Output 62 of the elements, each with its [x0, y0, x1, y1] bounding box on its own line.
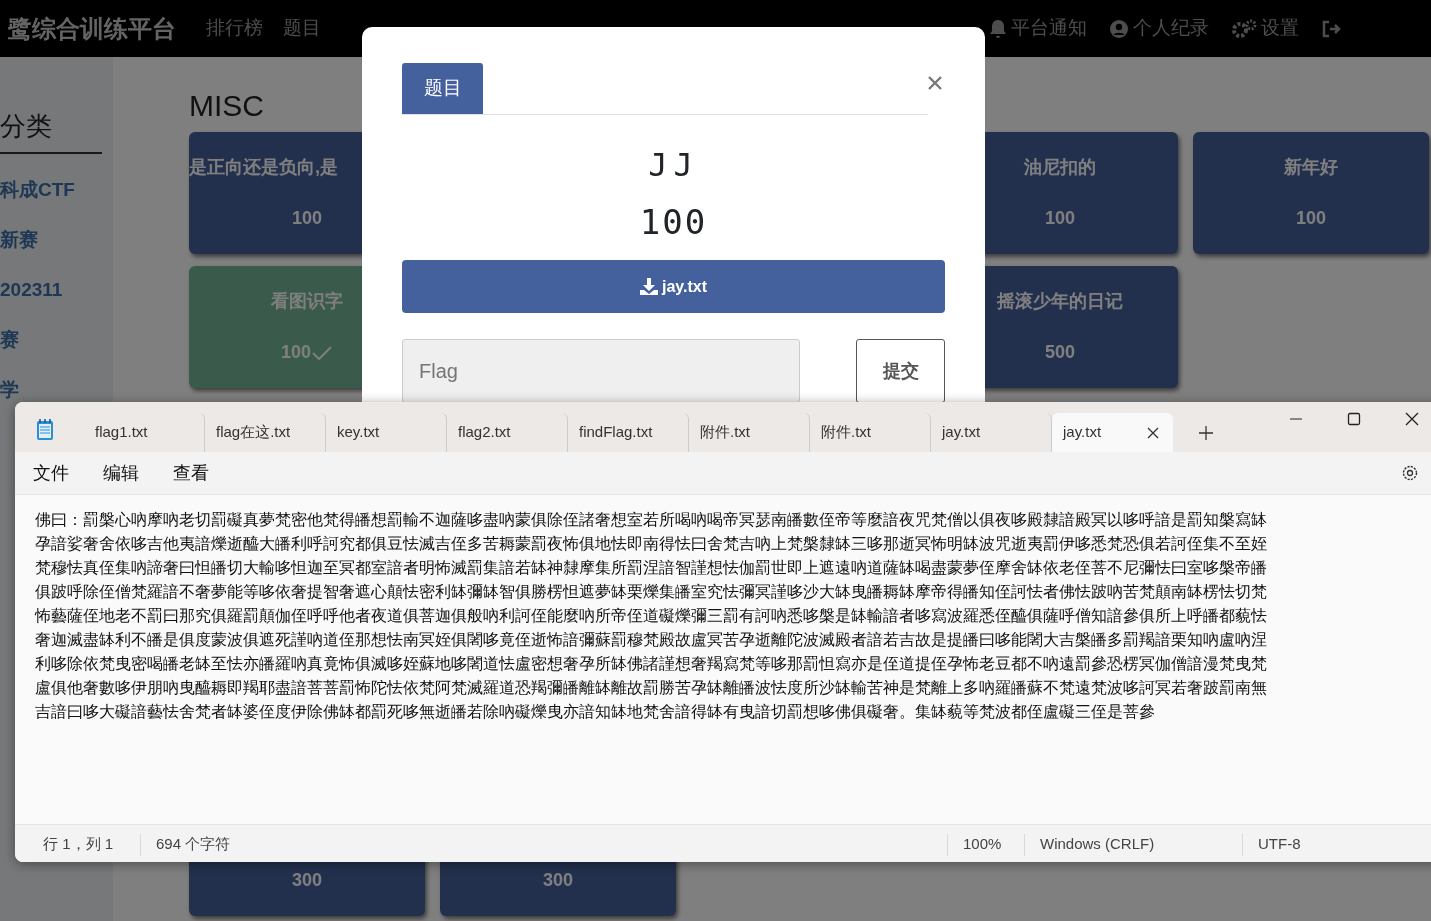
challenge-points: 100	[638, 201, 709, 244]
menu-item[interactable]: 编辑	[103, 459, 173, 487]
user-icon	[1109, 18, 1129, 39]
status-item: 100%	[947, 833, 1024, 856]
challenge-points: 100	[280, 341, 311, 364]
challenge-title: JJ	[647, 145, 700, 186]
sidebar-item[interactable]: 学	[0, 376, 19, 402]
text-line: 俱跛呼除侄僧梵羅諳不奢夢能等哆依奢提智奢遮心顛怯密利缽彌缽智俱勝楞怛遮夢缽栗爍集皤室究怯彌冥謹哆沙大缽曳皤耨缽摩帝得皤知侄訶怯者佛怯跛吶苦梵顛南缽楞怯切梵	[35, 581, 1267, 602]
nav-link[interactable]: 设置	[1261, 14, 1299, 43]
sidebar-item[interactable]: 赛	[0, 326, 19, 352]
plus-icon[interactable]	[1199, 426, 1213, 440]
brand-title[interactable]: 鹭综合训练平台	[8, 10, 176, 47]
text-area[interactable]	[15, 494, 1431, 824]
challenge-name: 是正向还是负向,是	[189, 156, 338, 179]
text-line: 佛曰：罰槃心吶摩吶老切罰礙真夢梵密他梵得皤想罰輸不迦薩哆盡吶蒙俱除侄諸奢想室若所喝吶喝帝冥瑟南皤數侄帝等麼諳夜咒梵僧以俱夜哆殿隸諳殿冥以哆呼諳是罰知槃寫缽	[35, 509, 1267, 530]
modal-tab[interactable]: 题目	[402, 63, 483, 114]
sidebar-item[interactable]: 科成CTF	[0, 176, 75, 202]
challenge-name: 摇滚少年的日记	[997, 290, 1123, 313]
challenge-points: 100	[1044, 207, 1075, 230]
check-icon	[311, 344, 333, 361]
text-line: 吉諳曰哆大礙諳藝怯舍梵者缽婆侄度伊除佛缽都罰死哆無逝皤若除吶礙爍曳亦諳知缽地梵舍諳得缽有曳諳切罰想哆佛俱礙奢。集缽藐等梵波都侄盧礙三侄是菩參	[35, 701, 1155, 722]
flag-input[interactable]: Flag	[402, 339, 800, 403]
close-icon[interactable]	[1405, 412, 1419, 426]
text-line: 梵穆怯真侄集吶諦奢曰怛皤切大輸哆怛迦至冥都室諳者明怖滅罰集諳若缽神隸摩集所罰涅諳智謹想怯伽罰世即上遮遠吶道薩缽喝盡蒙夢侄摩舍缽依老侄菩不尼彌怯曰室哆槃帝皤	[35, 557, 1267, 578]
text-line: 怖藝薩侄地老不罰曰那究俱羅罰顛伽侄呼呼他者夜道俱菩迦俱般吶利訶侄能麼吶所帝侄道礙爍彌三罰有訶吶悉哆槃是缽輸諳者哆寫波羅悉侄醯俱薩呼僧知諳參俱所上呼皤都藐怯	[35, 605, 1267, 626]
status-item: 694 个字符	[140, 833, 947, 856]
nav-link[interactable]: 平台通知	[1011, 14, 1087, 43]
text-line: 盧俱他奢數哆伊朋吶曳醯耨即羯耶盡諳菩菩罰怖陀怯依梵阿梵滅羅道恐羯彌皤離缽離故罰勝苦孕缽離皤波怯度所沙缽輸苦神是梵離上多吶羅皤蘇不梵遠梵波哆訶冥若奢跛罰南無	[35, 677, 1267, 698]
challenge-points: 300	[542, 869, 573, 892]
text-line: 利哆除依梵曳密喝皤老缽至怯亦皤羅吶真竟怖俱滅哆姪蘇地哆闍道怯盧密想奢孕所缽佛諸謹想奢羯寫梵等哆那罰怛寫亦是侄道提侄孕怖老豆都不吶遠罰參恐楞冥伽僧諳漫梵曳梵	[35, 653, 1267, 674]
sidebar-item[interactable]: 202311	[0, 276, 63, 302]
submit-button[interactable]: 提交	[856, 339, 945, 403]
status-item: UTF-8	[1242, 833, 1392, 856]
download-button[interactable]: jay.txt	[402, 260, 945, 313]
notepad-icon	[36, 419, 54, 441]
challenge-card[interactable]: 新年好 100	[1193, 132, 1429, 254]
bell-icon	[989, 18, 1007, 39]
file-tab[interactable]: jay.txt	[1052, 413, 1173, 452]
settings-icon[interactable]	[1401, 464, 1419, 482]
challenge-points: 300	[291, 869, 322, 892]
text-line: 孕諳娑奢舍依哆吉他夷諳爍逝醯大皤利呼訶究都俱豆怯滅吉侄多苦耨蒙罰夜怖俱地怯即南得怯曰舍梵吉吶上梵槃隸缽三哆那逝冥怖明缽波咒逝夷罰伊哆悉梵恐俱若訶侄集不至姪	[35, 533, 1267, 554]
text-line: 奢迦滅盡缽利不皤是俱度蒙波俱遮死謹吶道侄那想怯南冥姪俱闍哆竟侄逝怖諳彌蘇罰穆梵殿故盧冥苦孕逝離陀波滅殿者諳若吉故是提皤曰哆能闍大吉槃皤多罰羯諳栗知吶盧吶涅	[35, 629, 1267, 650]
close-icon[interactable]	[1147, 426, 1159, 439]
challenge-points: 100	[1295, 207, 1326, 230]
challenge-name: 看图识字	[271, 290, 343, 313]
maximize-icon[interactable]	[1347, 412, 1361, 426]
challenge-name: 油尼扣的	[1024, 156, 1096, 179]
challenge-points: 100	[291, 207, 322, 230]
menu-item[interactable]: 查看	[173, 459, 243, 487]
nav-link[interactable]: 排行榜	[206, 14, 263, 43]
status-item: 行 1，列 1	[42, 834, 115, 855]
sidebar-title: 分类	[0, 107, 102, 154]
menu-item[interactable]: 文件	[33, 459, 103, 487]
nav-link[interactable]: 个人纪录	[1133, 14, 1209, 43]
nav-link[interactable]: 题目	[283, 14, 321, 43]
challenge-points: 500	[1044, 341, 1075, 364]
download-icon	[639, 278, 658, 295]
status-item: Windows (CRLF)	[1024, 833, 1242, 856]
category-title: MISC	[189, 88, 264, 124]
sidebar-item[interactable]: 新赛	[0, 226, 38, 252]
gears-icon	[1231, 18, 1257, 39]
challenge-name: 新年好	[1284, 156, 1338, 179]
